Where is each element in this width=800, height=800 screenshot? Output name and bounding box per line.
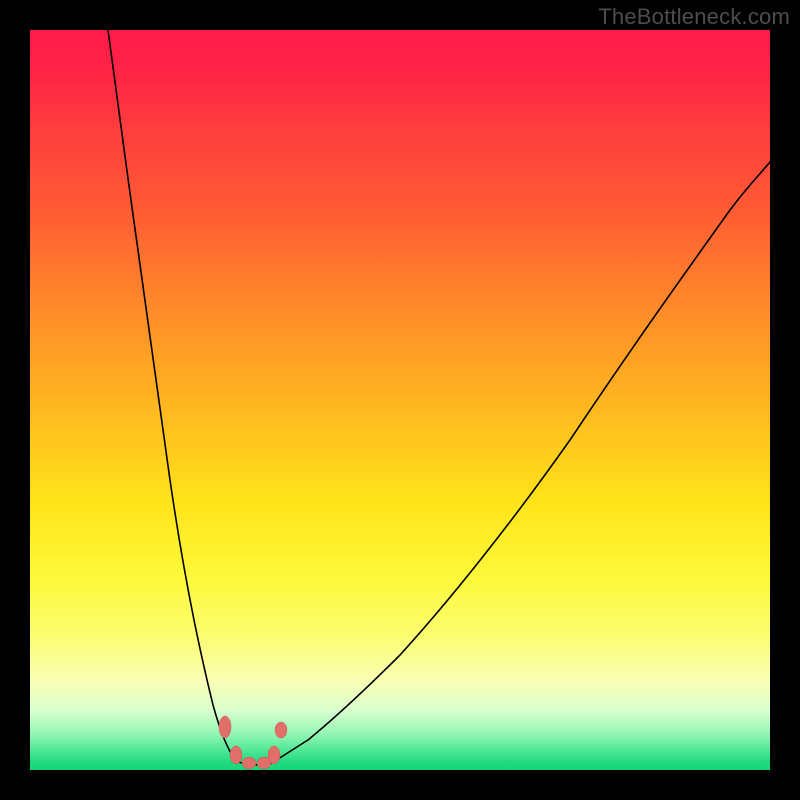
curve-left-branch <box>108 30 235 760</box>
curve-right-branch <box>270 162 770 764</box>
valley-markers <box>219 716 287 769</box>
watermark-text: TheBottleneck.com <box>598 4 790 30</box>
valley-marker <box>275 722 287 738</box>
valley-marker <box>242 757 256 769</box>
plot-area <box>30 30 770 770</box>
chart-frame: TheBottleneck.com <box>0 0 800 800</box>
valley-marker <box>219 716 231 738</box>
bottleneck-curve <box>30 30 770 770</box>
valley-marker <box>268 746 280 764</box>
valley-marker <box>230 746 242 764</box>
